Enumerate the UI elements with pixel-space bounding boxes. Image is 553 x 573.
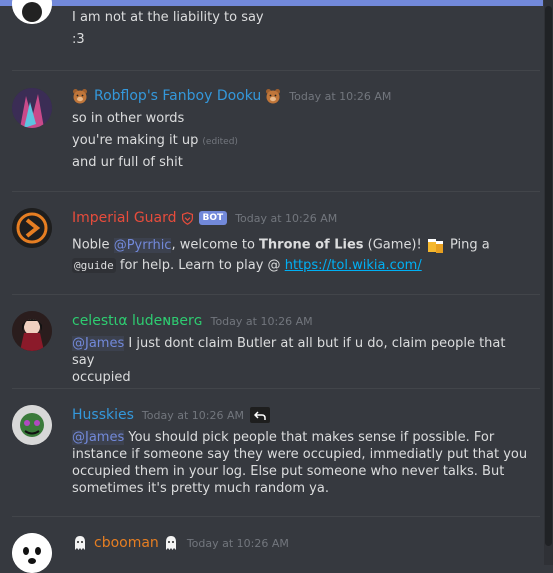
message-text: :3 bbox=[72, 32, 85, 47]
message-divider bbox=[12, 516, 540, 517]
scrollbar-thumb[interactable] bbox=[545, 6, 552, 546]
text-span: Noble bbox=[72, 237, 114, 253]
chevron-logo-icon bbox=[12, 208, 52, 248]
text-span: Ping a bbox=[445, 237, 490, 253]
return-icon bbox=[253, 411, 266, 420]
avatar[interactable] bbox=[12, 0, 52, 24]
ghost-avatar-icon bbox=[12, 533, 52, 573]
message-text: @James You should pick people that makes… bbox=[72, 429, 532, 497]
text-span: , welcome to bbox=[171, 237, 260, 253]
wiki-link[interactable]: https://tol.wikia.com/ bbox=[285, 258, 422, 273]
user-mention[interactable]: @James bbox=[72, 336, 125, 351]
message-text: and ur full of shit bbox=[72, 155, 183, 170]
bear-face-icon bbox=[266, 89, 281, 104]
user-avatar-icon bbox=[12, 311, 52, 351]
avatar[interactable] bbox=[12, 533, 52, 573]
text-span: occupied them in your log. Else put some… bbox=[72, 464, 505, 479]
timestamp: Today at 10:26 AM bbox=[289, 89, 392, 103]
text-span: occupied bbox=[72, 370, 131, 385]
message-group: cbooman Today at 10:26 AM bbox=[0, 533, 543, 573]
message-divider bbox=[12, 294, 540, 295]
message-text: @James I just dont claim Butler at all b… bbox=[72, 335, 532, 386]
shield-icon bbox=[181, 211, 193, 225]
reply-arrow-icon[interactable] bbox=[249, 407, 270, 423]
timestamp: Today at 10:26 AM bbox=[210, 314, 313, 328]
author-name[interactable]: Husskies bbox=[72, 407, 134, 423]
message-text-span: you're making it up bbox=[72, 133, 199, 148]
text-span: I just dont claim Butler at all but if u… bbox=[72, 336, 506, 368]
bear-face-icon bbox=[73, 89, 87, 104]
text-span: for help. Learn to play @ bbox=[115, 258, 285, 273]
message-group: celestια ludeɴвerɢ Today at 10:26 AM @Ja… bbox=[0, 311, 543, 385]
timestamp: Today at 10:26 AM bbox=[235, 211, 338, 225]
message-text: you're making it up (edited) bbox=[72, 132, 238, 151]
ghost-icon bbox=[75, 536, 85, 550]
message-divider bbox=[12, 191, 540, 192]
author-name[interactable]: celestια ludeɴвerɢ bbox=[72, 313, 203, 329]
message-divider bbox=[12, 70, 540, 71]
timestamp: Today at 10:26 AM bbox=[141, 408, 244, 422]
bot-badge: BOT bbox=[198, 211, 228, 225]
message-text: @guide for help. Learn to play @ https:/… bbox=[72, 257, 422, 274]
message-divider bbox=[12, 388, 540, 389]
user-mention[interactable]: @Pyrrhic bbox=[113, 237, 172, 253]
user-avatar-icon bbox=[12, 405, 52, 445]
author-name[interactable]: Robflop's Fanboy Dooku bbox=[94, 88, 261, 104]
timestamp: Today at 10:26 AM bbox=[186, 536, 289, 550]
message-group: Robflop's Fanboy Dooku Today at 10:26 AM… bbox=[0, 86, 543, 186]
text-span: (Game)! bbox=[363, 237, 426, 253]
text-span: instance if someone say they were occupi… bbox=[72, 447, 528, 462]
avatar[interactable] bbox=[12, 208, 52, 248]
message-group: Husskies Today at 10:26 AM @James You sh… bbox=[0, 405, 543, 505]
edited-label: (edited) bbox=[202, 137, 238, 147]
scrollbar-track[interactable] bbox=[544, 0, 553, 565]
message-text: so in other words bbox=[72, 111, 185, 126]
message-group: Imperial Guard BOT Today at 10:26 AM Nob… bbox=[0, 208, 543, 283]
avatar[interactable] bbox=[12, 405, 52, 445]
inline-code: @guide bbox=[72, 258, 116, 273]
beer-mugs-icon bbox=[427, 239, 443, 253]
text-span: sometimes it's pretty much random ya. bbox=[72, 481, 329, 496]
author-name[interactable]: cbooman bbox=[94, 535, 159, 551]
message-text: Noble @Pyrrhic, welcome to Throne of Lie… bbox=[72, 235, 490, 255]
user-mention[interactable]: @James bbox=[72, 430, 125, 445]
user-avatar-icon bbox=[12, 88, 52, 128]
ghost-icon bbox=[165, 536, 176, 550]
message-group: I am not at the liability to say :3 bbox=[0, 0, 543, 60]
text-span: You should pick people that makes sense … bbox=[124, 430, 495, 445]
user-avatar-icon bbox=[12, 0, 52, 24]
avatar[interactable] bbox=[12, 311, 52, 351]
author-name[interactable]: Imperial Guard bbox=[72, 210, 177, 226]
bold-text: Throne of Lies bbox=[259, 237, 364, 253]
message-text: I am not at the liability to say bbox=[72, 10, 264, 25]
avatar[interactable] bbox=[12, 88, 52, 128]
